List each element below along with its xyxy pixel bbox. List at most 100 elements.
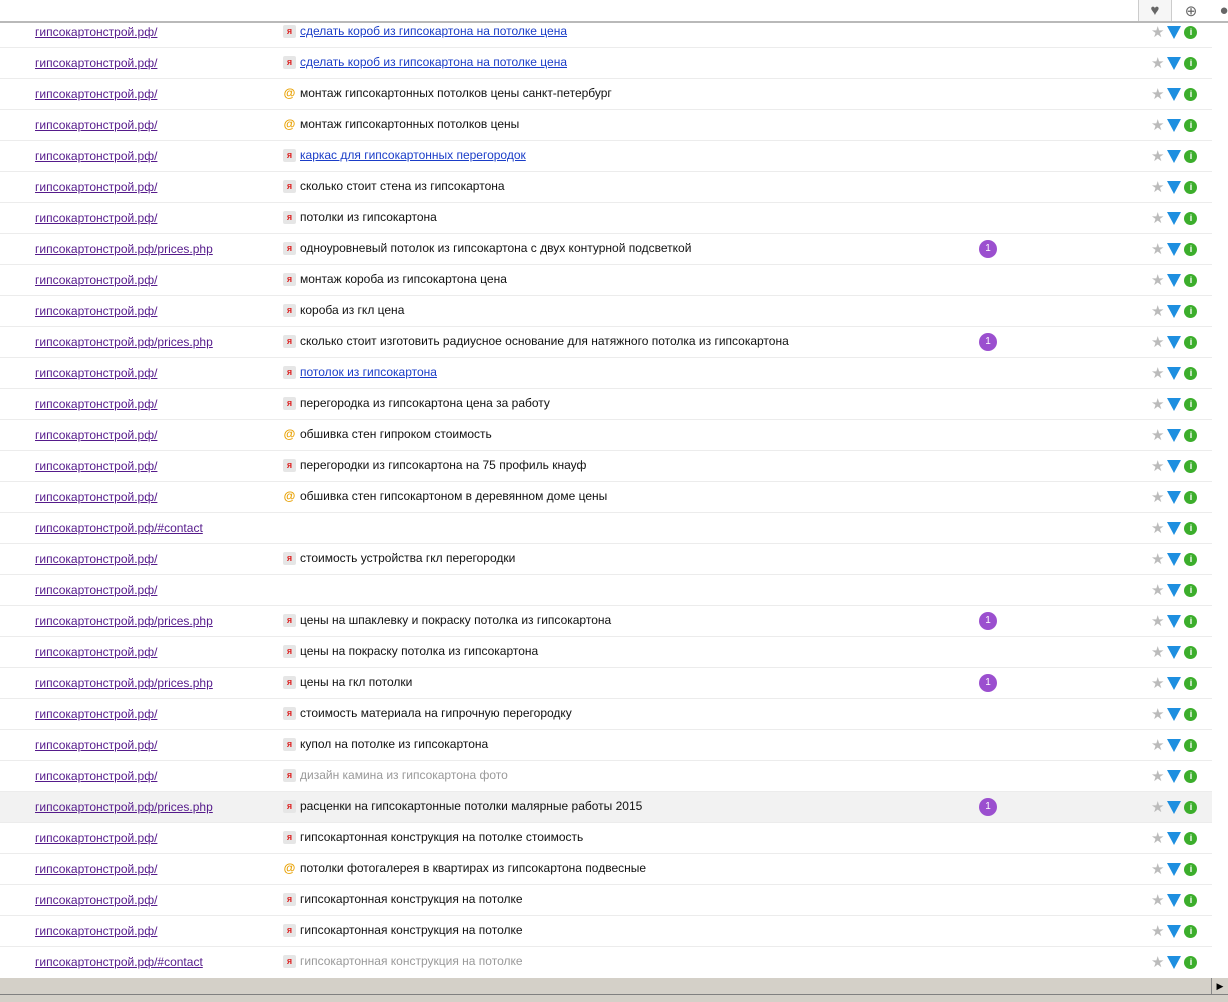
info-icon[interactable]: i: [1184, 119, 1198, 132]
filter-icon[interactable]: [1167, 553, 1182, 566]
info-icon[interactable]: i: [1184, 88, 1198, 101]
info-icon[interactable]: i: [1184, 26, 1198, 39]
info-icon[interactable]: i: [1184, 801, 1198, 814]
star-icon[interactable]: ★: [1151, 614, 1164, 629]
filter-icon[interactable]: [1167, 150, 1182, 163]
star-icon[interactable]: ★: [1151, 335, 1164, 350]
page-url-link[interactable]: гипсокартонстрой.рф/: [35, 893, 157, 907]
info-icon[interactable]: i: [1184, 739, 1198, 752]
page-url-link[interactable]: гипсокартонстрой.рф/: [35, 707, 157, 721]
page-url-link[interactable]: гипсокартонстрой.рф/: [35, 769, 157, 783]
page-url-link[interactable]: гипсокартонстрой.рф/: [35, 25, 157, 39]
info-icon[interactable]: i: [1184, 646, 1198, 659]
user-icon[interactable]: ●: [1208, 0, 1228, 21]
page-url-link[interactable]: гипсокартонстрой.рф/: [35, 366, 157, 380]
star-icon[interactable]: ★: [1151, 428, 1164, 443]
star-icon[interactable]: ★: [1151, 955, 1164, 970]
keyword-text[interactable]: каркас для гипсокартонных перегородок: [300, 148, 526, 162]
page-url-link[interactable]: гипсокартонстрой.рф/#contact: [35, 955, 203, 969]
page-url-link[interactable]: гипсокартонстрой.рф/: [35, 459, 157, 473]
star-icon[interactable]: ★: [1151, 862, 1164, 877]
info-icon[interactable]: i: [1184, 212, 1198, 225]
filter-icon[interactable]: [1167, 770, 1182, 783]
star-icon[interactable]: ★: [1151, 87, 1164, 102]
page-url-link[interactable]: гипсокартонстрой.рф/prices.php: [35, 676, 213, 690]
info-icon[interactable]: i: [1184, 522, 1198, 535]
filter-icon[interactable]: [1167, 708, 1182, 721]
star-icon[interactable]: ★: [1151, 583, 1164, 598]
filter-icon[interactable]: [1167, 801, 1182, 814]
star-icon[interactable]: ★: [1151, 273, 1164, 288]
info-icon[interactable]: i: [1184, 832, 1198, 845]
star-icon[interactable]: ★: [1151, 490, 1164, 505]
info-icon[interactable]: i: [1184, 677, 1198, 690]
filter-icon[interactable]: [1167, 26, 1182, 39]
info-icon[interactable]: i: [1184, 398, 1198, 411]
filter-icon[interactable]: [1167, 88, 1182, 101]
info-icon[interactable]: i: [1184, 429, 1198, 442]
filter-icon[interactable]: [1167, 956, 1182, 969]
star-icon[interactable]: ★: [1151, 118, 1164, 133]
filter-icon[interactable]: [1167, 305, 1182, 318]
page-url-link[interactable]: гипсокартонстрой.рф/: [35, 118, 157, 132]
filter-icon[interactable]: [1167, 863, 1182, 876]
info-icon[interactable]: i: [1184, 181, 1198, 194]
page-url-link[interactable]: гипсокартонстрой.рф/#contact: [35, 521, 203, 535]
info-icon[interactable]: i: [1184, 863, 1198, 876]
info-icon[interactable]: i: [1184, 460, 1198, 473]
info-icon[interactable]: i: [1184, 367, 1198, 380]
filter-icon[interactable]: [1167, 739, 1182, 752]
filter-icon[interactable]: [1167, 57, 1182, 70]
keyword-text[interactable]: потолок из гипсокартона: [300, 365, 437, 379]
page-url-link[interactable]: гипсокартонстрой.рф/: [35, 831, 157, 845]
filter-icon[interactable]: [1167, 429, 1182, 442]
page-url-link[interactable]: гипсокартонстрой.рф/: [35, 397, 157, 411]
star-icon[interactable]: ★: [1151, 56, 1164, 71]
filter-icon[interactable]: [1167, 832, 1182, 845]
star-icon[interactable]: ★: [1151, 893, 1164, 908]
page-url-link[interactable]: гипсокартонстрой.рф/prices.php: [35, 614, 213, 628]
info-icon[interactable]: i: [1184, 553, 1198, 566]
info-icon[interactable]: i: [1184, 925, 1198, 938]
filter-icon[interactable]: [1167, 212, 1182, 225]
star-icon[interactable]: ★: [1151, 924, 1164, 939]
info-icon[interactable]: i: [1184, 305, 1198, 318]
page-url-link[interactable]: гипсокартонстрой.рф/: [35, 490, 157, 504]
page-url-link[interactable]: гипсокартонстрой.рф/: [35, 180, 157, 194]
filter-icon[interactable]: [1167, 336, 1182, 349]
download-icon[interactable]: ⊕: [1175, 0, 1207, 21]
star-icon[interactable]: ★: [1151, 800, 1164, 815]
keyword-text[interactable]: сделать короб из гипсокартона на потолке…: [300, 55, 567, 69]
page-url-link[interactable]: гипсокартонстрой.рф/: [35, 645, 157, 659]
page-url-link[interactable]: гипсокартонстрой.рф/: [35, 149, 157, 163]
filter-icon[interactable]: [1167, 367, 1182, 380]
info-icon[interactable]: i: [1184, 708, 1198, 721]
scroll-right-arrow-icon[interactable]: ▶: [1211, 978, 1228, 994]
filter-icon[interactable]: [1167, 615, 1182, 628]
filter-icon[interactable]: [1167, 646, 1182, 659]
star-icon[interactable]: ★: [1151, 676, 1164, 691]
filter-icon[interactable]: [1167, 491, 1182, 504]
info-icon[interactable]: i: [1184, 770, 1198, 783]
horizontal-scrollbar[interactable]: ▶: [0, 977, 1228, 996]
filter-icon[interactable]: [1167, 925, 1182, 938]
star-icon[interactable]: ★: [1151, 25, 1164, 40]
star-icon[interactable]: ★: [1151, 242, 1164, 257]
page-url-link[interactable]: гипсокартонстрой.рф/: [35, 428, 157, 442]
star-icon[interactable]: ★: [1151, 459, 1164, 474]
filter-icon[interactable]: [1167, 677, 1182, 690]
star-icon[interactable]: ★: [1151, 645, 1164, 660]
filter-icon[interactable]: [1167, 119, 1182, 132]
filter-icon[interactable]: [1167, 584, 1182, 597]
info-icon[interactable]: i: [1184, 491, 1198, 504]
page-url-link[interactable]: гипсокартонстрой.рф/: [35, 304, 157, 318]
filter-icon[interactable]: [1167, 460, 1182, 473]
info-icon[interactable]: i: [1184, 57, 1198, 70]
star-icon[interactable]: ★: [1151, 397, 1164, 412]
keyword-text[interactable]: сделать короб из гипсокартона на потолке…: [300, 24, 567, 38]
page-url-link[interactable]: гипсокартонстрой.рф/: [35, 924, 157, 938]
info-icon[interactable]: i: [1184, 274, 1198, 287]
star-icon[interactable]: ★: [1151, 304, 1164, 319]
page-url-link[interactable]: гипсокартонстрой.рф/: [35, 273, 157, 287]
page-url-link[interactable]: гипсокартонстрой.рф/: [35, 56, 157, 70]
